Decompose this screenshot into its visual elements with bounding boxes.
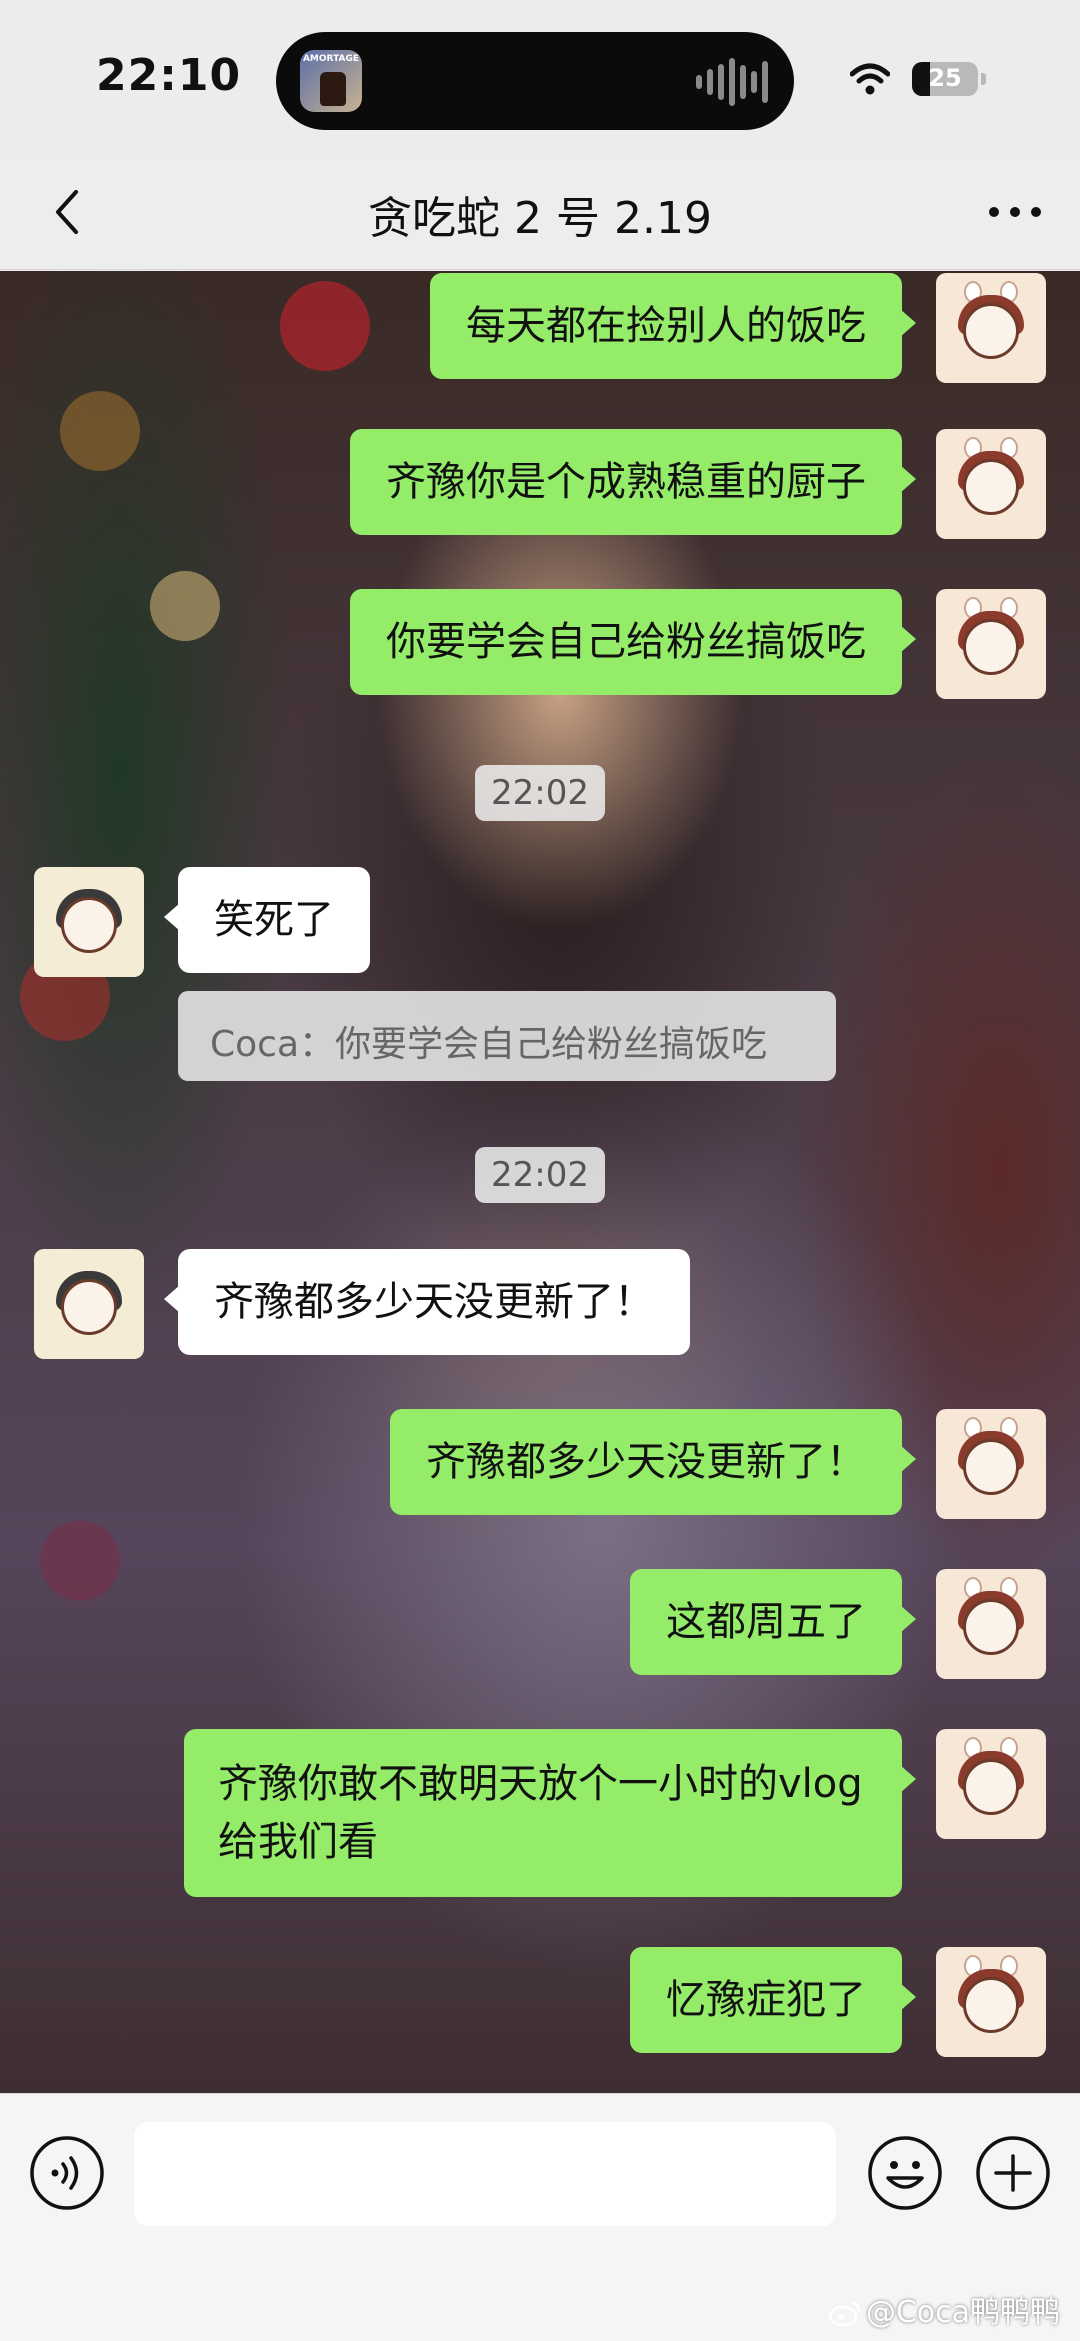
voice-icon[interactable] xyxy=(28,2134,106,2212)
watermark: @Coca鸭鸭鸭 xyxy=(828,2287,1060,2331)
outgoing-message-bubble[interactable]: 这都周五了 xyxy=(630,1569,916,1675)
wallpaper-ornament xyxy=(40,1521,120,1601)
input-bar: @Coca鸭鸭鸭 xyxy=(0,2093,1080,2341)
outgoing-message-bubble[interactable]: 齐豫都多少天没更新了！ xyxy=(390,1409,916,1515)
outgoing-message-bubble[interactable]: 忆豫症犯了 xyxy=(630,1947,916,2053)
outgoing-message-bubble[interactable]: 齐豫你是个成熟稳重的厨子 xyxy=(350,429,916,535)
wallpaper-ornament xyxy=(280,281,370,371)
chat-title: 贪吃蛇 2 号 2.19 xyxy=(368,193,712,244)
weibo-icon xyxy=(828,2301,861,2326)
status-time: 22:10 xyxy=(96,50,242,101)
more-button[interactable] xyxy=(980,182,1050,242)
chat-area[interactable]: 每天都在捡别人的饭吃 齐豫你是个成熟稳重的厨子 你要学会自己给粉丝搞饭吃 22:… xyxy=(0,271,1080,2093)
status-bar: 22:10 AMORTAGE 25 xyxy=(0,0,1080,160)
wallpaper-ornament xyxy=(150,571,220,641)
wallpaper-ornament xyxy=(60,391,140,471)
battery-icon: 25 xyxy=(912,62,978,96)
my-avatar[interactable] xyxy=(936,429,1046,539)
timestamp: 22:02 xyxy=(475,765,605,821)
wifi-icon xyxy=(850,63,890,95)
incoming-message-bubble[interactable]: 笑死了 xyxy=(164,867,370,973)
my-avatar[interactable] xyxy=(936,1409,1046,1519)
outgoing-message-bubble[interactable]: 你要学会自己给粉丝搞饭吃 xyxy=(350,589,916,695)
plus-icon[interactable] xyxy=(974,2134,1052,2212)
message-input[interactable] xyxy=(134,2122,836,2226)
my-avatar[interactable] xyxy=(936,589,1046,699)
watermark-text: @Coca鸭鸭鸭 xyxy=(865,2295,1060,2330)
battery-level: 25 xyxy=(928,64,962,92)
outgoing-message-bubble[interactable]: 齐豫你敢不敢明天放个一小时的vlog给我们看 xyxy=(184,1729,916,1897)
quoted-message[interactable]: Coca：你要学会自己给粉丝搞饭吃 xyxy=(178,991,836,1081)
audio-wave-icon xyxy=(696,58,768,106)
island-app-icon[interactable]: AMORTAGE xyxy=(300,50,362,112)
dynamic-island: AMORTAGE xyxy=(276,32,794,130)
battery-tip xyxy=(981,73,986,85)
back-button[interactable] xyxy=(40,182,100,242)
my-avatar[interactable] xyxy=(936,1569,1046,1679)
my-avatar[interactable] xyxy=(936,273,1046,383)
contact-avatar[interactable] xyxy=(34,1249,144,1359)
outgoing-message-bubble[interactable]: 每天都在捡别人的饭吃 xyxy=(430,273,916,379)
smiley-icon[interactable] xyxy=(866,2134,944,2212)
incoming-message-bubble[interactable]: 齐豫都多少天没更新了！ xyxy=(164,1249,690,1355)
island-app-label: AMORTAGE xyxy=(302,54,360,64)
my-avatar[interactable] xyxy=(936,1729,1046,1839)
island-app-figure xyxy=(320,72,346,106)
contact-avatar[interactable] xyxy=(34,867,144,977)
timestamp: 22:02 xyxy=(475,1147,605,1203)
my-avatar[interactable] xyxy=(936,1947,1046,2057)
chat-nav-bar: 贪吃蛇 2 号 2.19 xyxy=(0,160,1080,270)
